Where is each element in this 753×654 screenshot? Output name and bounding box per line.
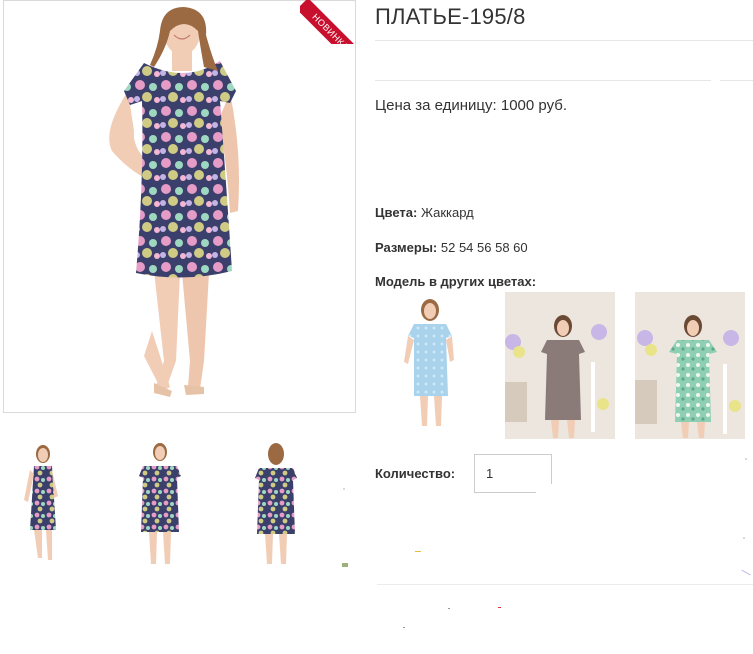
- thumbnail-2[interactable]: [127, 440, 213, 570]
- spec-colors-value: Жаккард: [420, 205, 474, 220]
- color-variant-light-blue[interactable]: [374, 292, 484, 439]
- thumbnail-1[interactable]: [10, 440, 96, 570]
- thumbnail-3[interactable]: [243, 440, 329, 570]
- speck: [745, 458, 747, 460]
- speck: [415, 551, 421, 552]
- spec-colors-label: Цвета:: [375, 205, 418, 220]
- spec-sizes-label: Размеры:: [375, 240, 438, 255]
- new-badge-label: НОВИНКА: [300, 0, 362, 44]
- speck: [343, 488, 345, 490]
- quantity-input-cutout: [536, 484, 556, 496]
- speck: [403, 627, 405, 628]
- main-product-image[interactable]: [3, 0, 356, 413]
- spec-sizes-value: 52 54 56 58 60: [440, 240, 528, 255]
- speck: [741, 569, 751, 576]
- title-divider: [375, 40, 753, 41]
- tabs-divider-left: [375, 80, 711, 81]
- product-title: ПЛАТЬЕ-195/8: [375, 4, 526, 29]
- quantity-label: Количество:: [375, 466, 456, 481]
- color-variant-mint[interactable]: [635, 292, 745, 439]
- speck: [743, 537, 745, 539]
- speck: [448, 608, 450, 609]
- tabs-divider-right: [720, 80, 753, 81]
- bottom-divider: [377, 584, 753, 585]
- color-variant-taupe[interactable]: [505, 292, 615, 439]
- unit-price: Цена за единицу: 1000 руб.: [375, 97, 567, 114]
- speck: [342, 563, 348, 567]
- new-badge-ribbon: НОВИНКА: [300, 0, 362, 44]
- spec-sizes: Размеры: 52 54 56 58 60: [375, 240, 528, 255]
- other-colors-label: Модель в других цветах:: [375, 274, 537, 289]
- spec-colors: Цвета: Жаккард: [375, 205, 474, 220]
- speck: [498, 607, 501, 608]
